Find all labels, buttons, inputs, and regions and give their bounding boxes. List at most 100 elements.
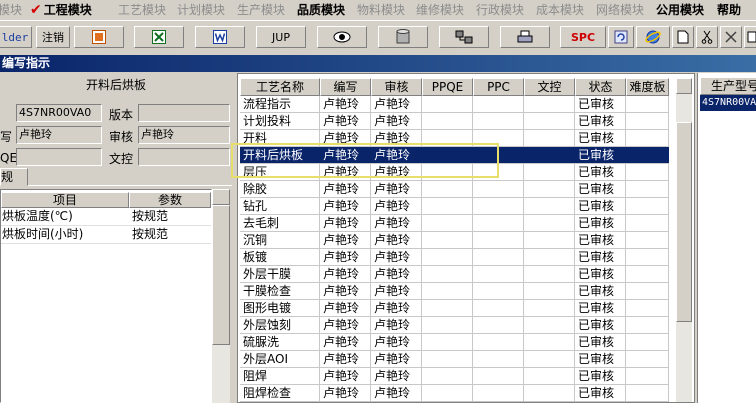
- scroll-up-button[interactable]: [676, 78, 692, 94]
- table-row[interactable]: 板镀 卢艳玲 卢艳玲 已审核: [240, 249, 669, 266]
- cell-reviewer: 卢艳玲: [371, 181, 422, 197]
- tab-spec[interactable]: 规: [0, 168, 28, 186]
- cell-doc: [524, 130, 575, 146]
- product-model-row[interactable]: 4S7NR00VA: [700, 95, 756, 111]
- cell-reviewer: 卢艳玲: [371, 130, 422, 146]
- scrollbar-thumb[interactable]: [212, 205, 230, 345]
- table-row[interactable]: 阻焊检查 卢艳玲 卢艳玲 已审核: [240, 385, 669, 402]
- cell-ppc: [473, 385, 524, 401]
- logout-button[interactable]: 注销: [36, 26, 70, 48]
- menu-item-material[interactable]: 物料模块: [357, 2, 405, 18]
- menu-item-process[interactable]: 工艺模块: [118, 2, 166, 18]
- database-button[interactable]: [378, 26, 428, 48]
- table-row[interactable]: 外层AOI 卢艳玲 卢艳玲 已审核: [240, 351, 669, 368]
- menu-item-help[interactable]: 帮助: [717, 2, 741, 18]
- menu-item-plan[interactable]: 计划模块: [177, 2, 225, 18]
- cut-button[interactable]: [696, 26, 718, 48]
- print-button[interactable]: [500, 26, 550, 48]
- copy-button[interactable]: [744, 26, 756, 48]
- cell-ppqe: [422, 385, 473, 401]
- process-grid-scrollbar[interactable]: [676, 78, 692, 402]
- col-header-ppc[interactable]: PPC: [473, 78, 524, 96]
- table-row[interactable]: 烘板温度(℃) 按规范: [1, 208, 211, 226]
- folder-button[interactable]: lder: [0, 26, 32, 48]
- table-row-selected[interactable]: 开料后烘板 卢艳玲 卢艳玲 已审核: [240, 147, 669, 164]
- jup-button[interactable]: JUP: [256, 26, 306, 48]
- table-row[interactable]: 除胶 卢艳玲 卢艳玲 已审核: [240, 181, 669, 198]
- col-header-product-model[interactable]: 生产型号: [700, 77, 756, 95]
- cell-ppqe: [422, 232, 473, 248]
- cell-difficulty: [626, 164, 669, 180]
- writer-field[interactable]: 卢艳玲: [16, 126, 102, 144]
- col-header-doc-control[interactable]: 文控: [524, 78, 575, 96]
- doc-control-field[interactable]: [138, 148, 230, 166]
- cell-writer: 卢艳玲: [320, 181, 371, 197]
- table-row[interactable]: 外层蚀刻 卢艳玲 卢艳玲 已审核: [240, 317, 669, 334]
- scrollbar-thumb[interactable]: [676, 122, 692, 322]
- left-grid-scrollbar[interactable]: [212, 189, 230, 403]
- cell-difficulty: [626, 113, 669, 129]
- delete-button[interactable]: [720, 26, 742, 48]
- scroll-up-button[interactable]: [212, 189, 230, 205]
- col-header-ppqe[interactable]: PPQE: [422, 78, 473, 96]
- col-header-status[interactable]: 状态: [575, 78, 626, 96]
- cell-difficulty: [626, 266, 669, 282]
- version-field[interactable]: [138, 104, 230, 122]
- menu-item-production[interactable]: 生产模块: [237, 2, 285, 18]
- cell-status: 已审核: [575, 368, 626, 384]
- cell-ppqe: [422, 351, 473, 367]
- table-row[interactable]: 硫脲洗 卢艳玲 卢艳玲 已审核: [240, 334, 669, 351]
- menu-item-common[interactable]: 公用模块: [656, 2, 704, 18]
- cell-status: 已审核: [575, 181, 626, 197]
- table-row[interactable]: 干膜检查 卢艳玲 卢艳玲 已审核: [240, 283, 669, 300]
- table-row[interactable]: 外层干膜 卢艳玲 卢艳玲 已审核: [240, 266, 669, 283]
- cell-ppqe: [422, 147, 473, 163]
- browser-button[interactable]: [636, 26, 670, 48]
- new-button[interactable]: [672, 26, 694, 48]
- table-row[interactable]: 沉铜 卢艳玲 卢艳玲 已审核: [240, 232, 669, 249]
- cell-ppqe: [422, 317, 473, 333]
- table-row[interactable]: 开料 卢艳玲 卢艳玲 已审核: [240, 130, 669, 147]
- col-header-writer[interactable]: 编写: [320, 78, 371, 96]
- left-panel: 开料后烘板 4S7NR00VA0 版本 写 卢艳玲 审核 卢艳玲 QE 文控 规…: [0, 73, 232, 403]
- qe-field[interactable]: [16, 148, 102, 166]
- table-row[interactable]: 阻焊 卢艳玲 卢艳玲 已审核: [240, 368, 669, 385]
- cell-writer: 卢艳玲: [320, 113, 371, 129]
- col-header-difficulty[interactable]: 难度板: [626, 78, 669, 96]
- col-header-reviewer[interactable]: 审核: [371, 78, 422, 96]
- reviewer-field[interactable]: 卢艳玲: [138, 126, 230, 144]
- cell-name: 图形电镀: [240, 300, 320, 316]
- menu-item-maintenance[interactable]: 维修模块: [416, 2, 464, 18]
- table-row[interactable]: 层压 卢艳玲 卢艳玲 已审核: [240, 164, 669, 181]
- table-row[interactable]: 去毛刺 卢艳玲 卢艳玲 已审核: [240, 215, 669, 232]
- view-button[interactable]: [317, 26, 367, 48]
- table-row[interactable]: 烘板时间(小时) 按规范: [1, 226, 211, 244]
- word-export-button[interactable]: [195, 26, 245, 48]
- cell-ppc: [473, 300, 524, 316]
- spc-button[interactable]: SPC: [560, 26, 606, 48]
- menu-item-cost[interactable]: 成本模块: [536, 2, 584, 18]
- cell-name: 开料后烘板: [240, 147, 320, 163]
- cell-status: 已审核: [575, 164, 626, 180]
- table-row[interactable]: 计划投料 卢艳玲 卢艳玲 已审核: [240, 113, 669, 130]
- menu-item-engineering[interactable]: ✔ 工程模块: [30, 2, 92, 18]
- process-code-field[interactable]: 4S7NR00VA0: [16, 104, 102, 122]
- cell-writer: 卢艳玲: [320, 300, 371, 316]
- ppt-export-button[interactable]: [74, 26, 124, 48]
- network-button[interactable]: [439, 26, 489, 48]
- cell-writer: 卢艳玲: [320, 249, 371, 265]
- table-row[interactable]: 流程指示 卢艳玲 卢艳玲 已审核: [240, 96, 669, 113]
- reviewer-label: 审核: [109, 130, 134, 144]
- table-row[interactable]: 钻孔 卢艳玲 卢艳玲 已审核: [240, 198, 669, 215]
- excel-export-button[interactable]: [134, 26, 184, 48]
- menu-item-quality[interactable]: 品质模块: [297, 2, 345, 18]
- table-row[interactable]: 图形电镀 卢艳玲 卢艳玲 已审核: [240, 300, 669, 317]
- refresh-button[interactable]: [608, 26, 634, 48]
- cell-reviewer: 卢艳玲: [371, 164, 422, 180]
- cell-writer: 卢艳玲: [320, 368, 371, 384]
- cell-writer: 卢艳玲: [320, 96, 371, 112]
- menu-item-module[interactable]: 模块: [0, 2, 22, 18]
- menu-item-network[interactable]: 网络模块: [596, 2, 644, 18]
- col-header-process-name[interactable]: 工艺名称: [240, 78, 320, 96]
- menu-item-admin[interactable]: 行政模块: [476, 2, 524, 18]
